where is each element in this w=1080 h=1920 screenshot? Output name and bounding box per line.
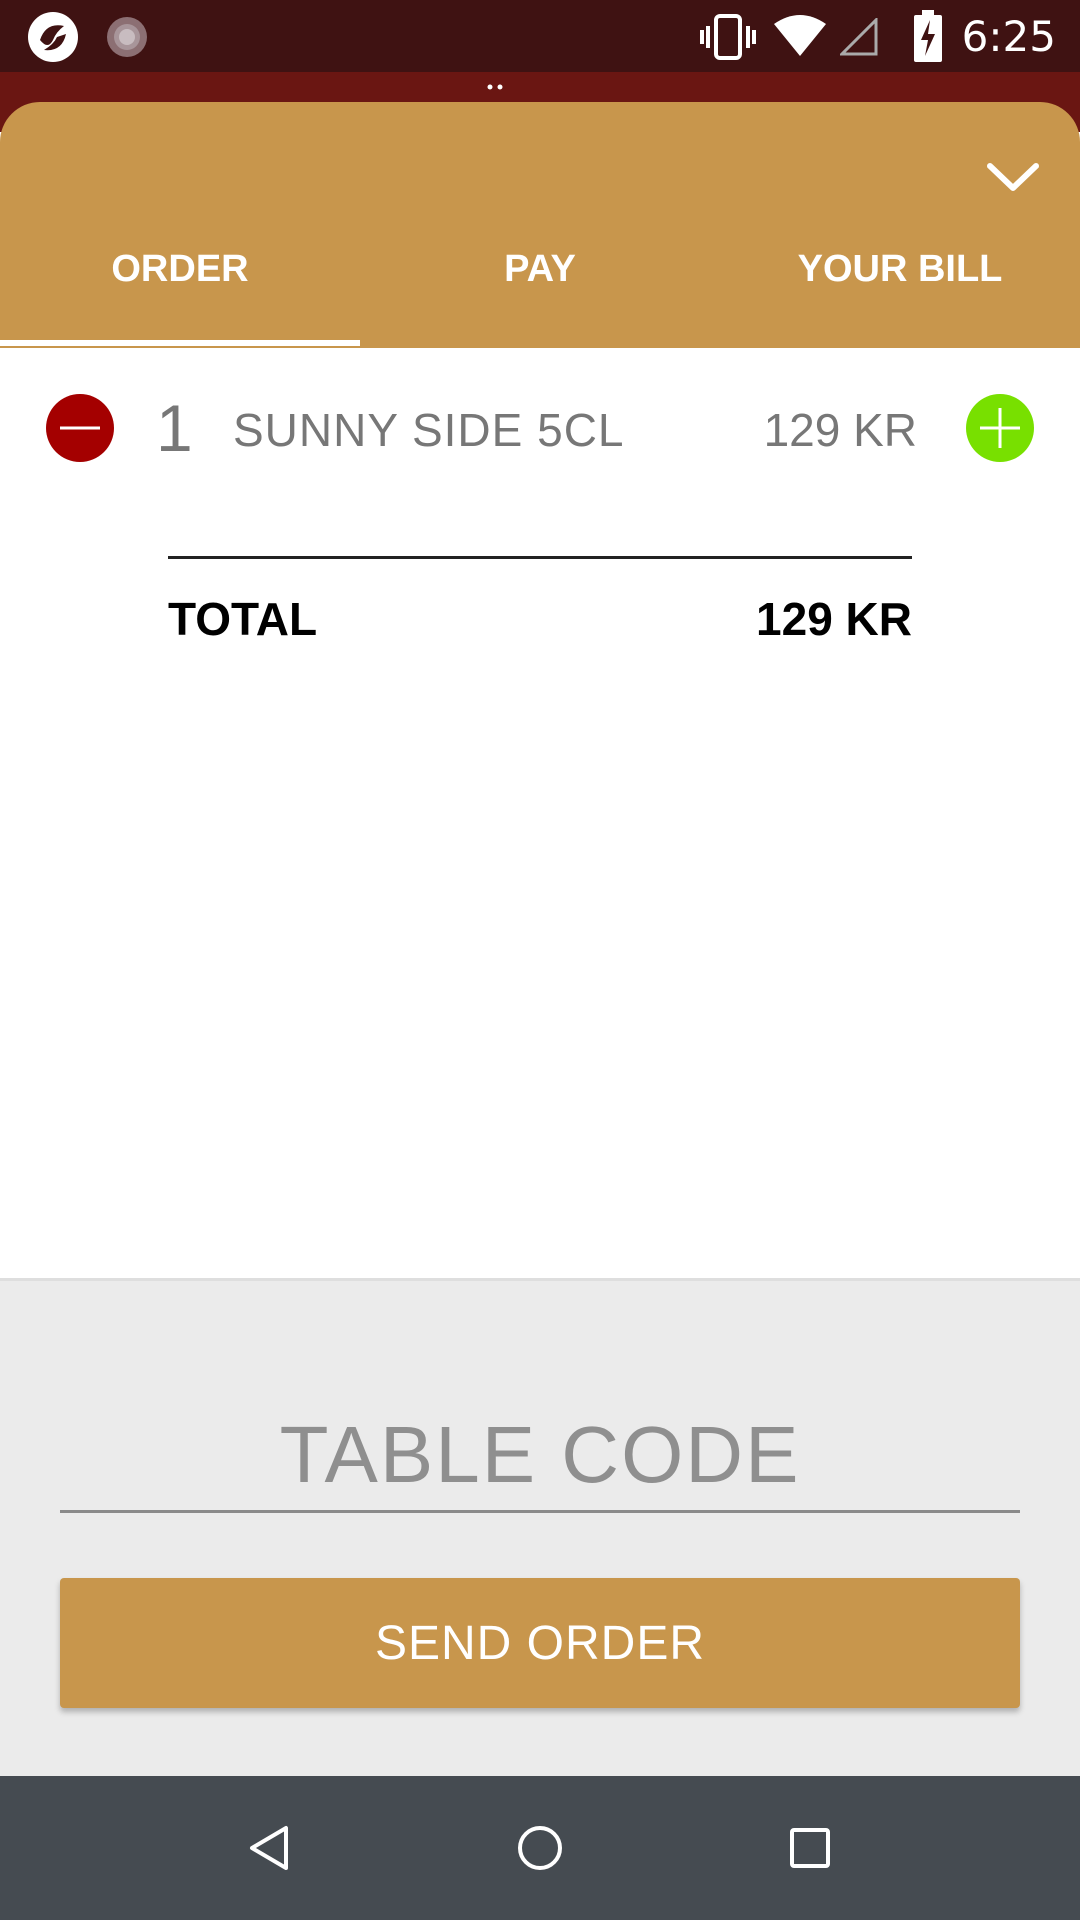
tab-order[interactable]: ORDER — [0, 248, 360, 310]
total-value: 129 KR — [756, 593, 912, 645]
cell-signal-icon — [840, 18, 878, 56]
selected-tab-indicator — [0, 340, 360, 346]
clock-time: 6:25 — [961, 12, 1056, 61]
collapse-chevron-down-icon[interactable] — [978, 150, 1048, 206]
sheet-header — [0, 102, 1080, 348]
tab-your-bill[interactable]: YOUR BILL — [720, 248, 1080, 310]
table-code-input[interactable] — [60, 1400, 1020, 1513]
status-bar: 6:25 — [0, 0, 1080, 72]
item-quantity: 1 — [156, 391, 193, 465]
home-icon[interactable] — [512, 1820, 568, 1876]
decrease-quantity-button[interactable] — [46, 394, 114, 462]
vibrate-icon — [700, 14, 756, 60]
plus-icon — [980, 408, 1020, 448]
battery-charging-icon — [914, 10, 942, 62]
total-divider — [168, 556, 912, 559]
recents-icon[interactable] — [782, 1820, 838, 1876]
increase-quantity-button[interactable] — [966, 394, 1034, 462]
drag-handle-icon[interactable] — [486, 82, 506, 92]
total-label: TOTAL — [168, 593, 318, 645]
item-name: SUNNY SIDE 5CL — [233, 404, 625, 456]
item-price: 129 KR — [763, 404, 917, 456]
minus-icon — [60, 426, 100, 430]
app-logo-icon — [28, 12, 78, 62]
send-order-button[interactable]: SEND ORDER — [60, 1578, 1020, 1708]
tab-pay[interactable]: PAY — [360, 248, 720, 310]
wifi-icon — [774, 15, 826, 56]
loading-icon — [107, 17, 147, 57]
back-icon[interactable] — [242, 1820, 298, 1876]
